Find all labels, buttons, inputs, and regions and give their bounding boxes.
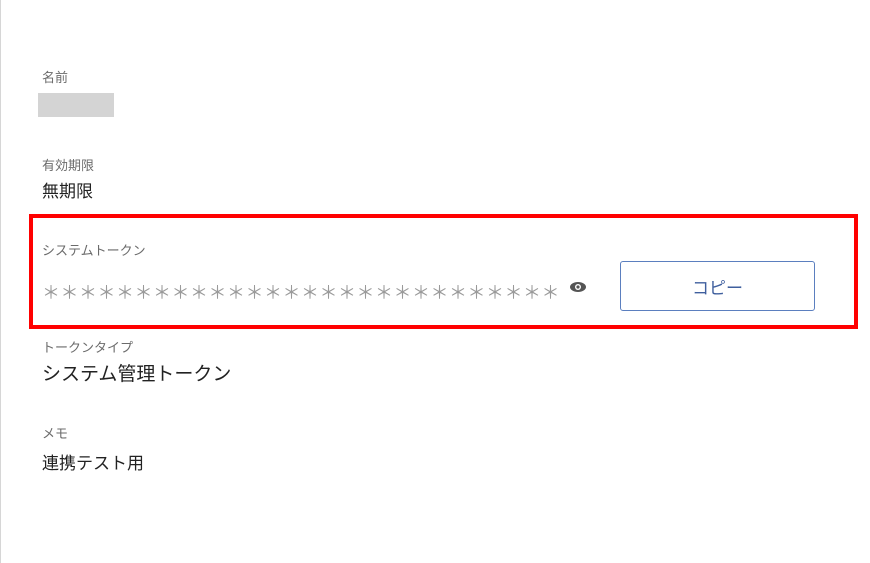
copy-button[interactable]: コピー — [620, 261, 815, 311]
name-label: 名前 — [42, 71, 69, 86]
eye-icon[interactable] — [569, 280, 587, 294]
token-type-value: システム管理トークン — [42, 363, 232, 385]
name-value-redacted — [38, 93, 114, 117]
token-type-label: トークンタイプ — [42, 341, 134, 356]
system-token-label: システムトークン — [42, 244, 146, 259]
token-detail-panel: 名前 有効期限 無期限 システムトークン ＊＊＊＊＊＊＊＊＊＊＊＊＊＊＊＊＊＊＊… — [0, 0, 870, 563]
expiry-value: 無期限 — [42, 182, 93, 202]
system-token-masked-value: ＊＊＊＊＊＊＊＊＊＊＊＊＊＊＊＊＊＊＊＊＊＊＊＊＊＊＊＊ — [42, 283, 560, 304]
memo-value: 連携テスト用 — [42, 454, 144, 474]
memo-label: メモ — [42, 427, 69, 442]
expiry-label: 有効期限 — [42, 159, 95, 174]
